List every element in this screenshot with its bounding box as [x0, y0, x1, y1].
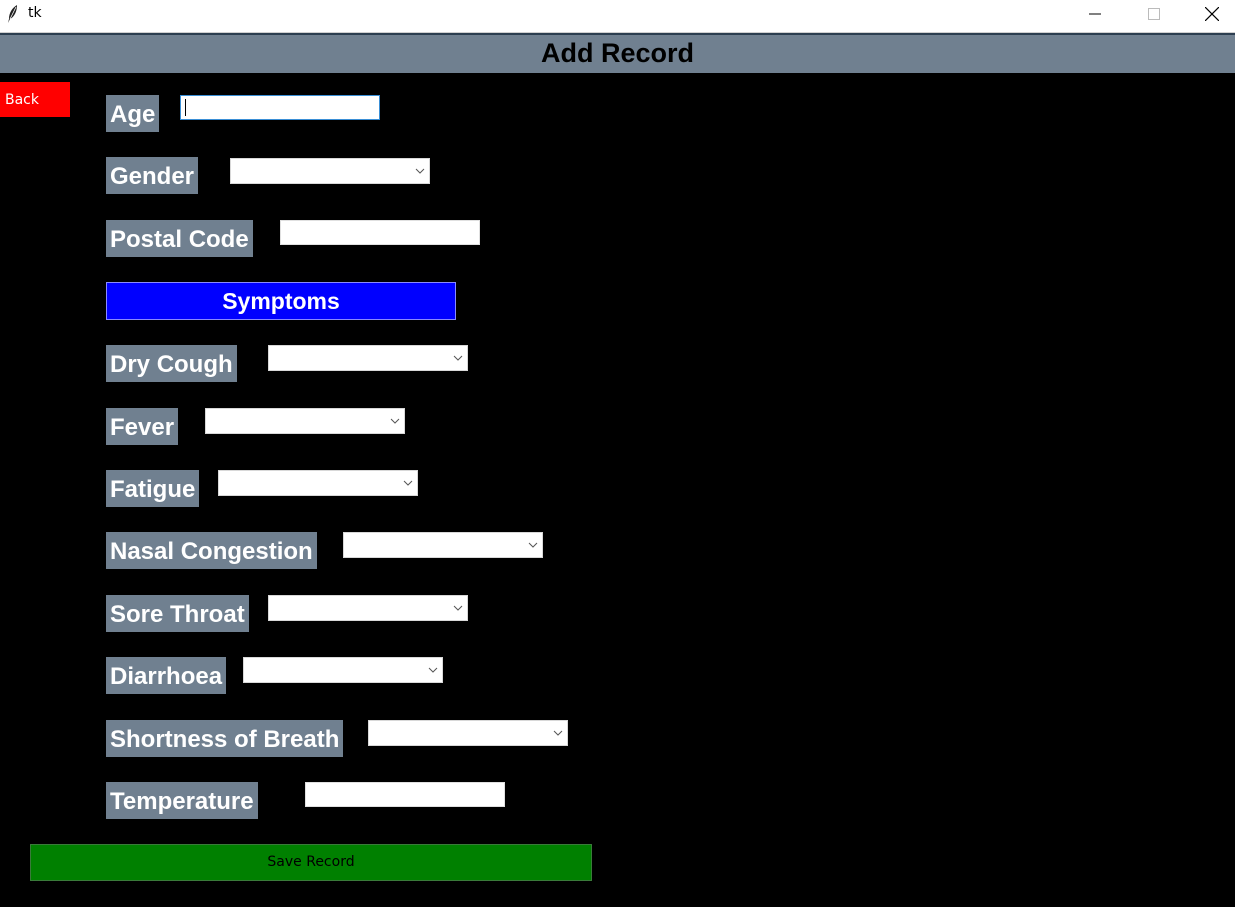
temperature-label: Temperature [106, 782, 258, 819]
chevron-down-icon [403, 480, 413, 486]
symptoms-section-header: Symptoms [106, 282, 456, 320]
chevron-down-icon [390, 418, 400, 424]
window-title: tk [28, 5, 42, 21]
save-record-button[interactable]: Save Record [30, 844, 592, 881]
back-button[interactable]: Back [0, 82, 70, 117]
minimize-icon [1089, 13, 1101, 15]
diarrhoea-select[interactable] [243, 657, 443, 683]
fatigue-select[interactable] [218, 470, 418, 496]
postal-code-input[interactable] [280, 220, 480, 245]
window-titlebar: tk [0, 0, 1235, 33]
sore-throat-label: Sore Throat [106, 595, 249, 632]
chevron-down-icon [415, 168, 425, 174]
temperature-input[interactable] [305, 782, 505, 807]
nasal-congestion-label: Nasal Congestion [106, 532, 317, 569]
dry-cough-label: Dry Cough [106, 345, 237, 382]
gender-label: Gender [106, 157, 199, 194]
dry-cough-select[interactable] [268, 345, 468, 371]
shortness-of-breath-label: Shortness of Breath [106, 720, 344, 757]
chevron-down-icon [428, 667, 438, 673]
maximize-button[interactable] [1131, 0, 1177, 28]
page-title: Add Record [0, 33, 1235, 73]
chevron-down-icon [453, 355, 463, 361]
chevron-down-icon [553, 730, 563, 736]
age-label: Age [106, 95, 160, 132]
fever-select[interactable] [205, 408, 405, 434]
nasal-congestion-select[interactable] [343, 532, 543, 558]
close-icon [1205, 7, 1219, 21]
chevron-down-icon [453, 605, 463, 611]
feather-icon [6, 4, 20, 24]
fever-label: Fever [106, 408, 179, 445]
postal-code-label: Postal Code [106, 220, 253, 257]
chevron-down-icon [528, 542, 538, 548]
sore-throat-select[interactable] [268, 595, 468, 621]
gender-select[interactable] [230, 158, 430, 184]
close-button[interactable] [1189, 0, 1235, 28]
shortness-of-breath-select[interactable] [368, 720, 568, 746]
diarrhoea-label: Diarrhoea [106, 657, 227, 694]
maximize-icon [1148, 8, 1160, 20]
text-caret [185, 99, 186, 116]
minimize-button[interactable] [1072, 0, 1118, 28]
fatigue-label: Fatigue [106, 470, 200, 507]
age-input[interactable] [180, 95, 380, 120]
